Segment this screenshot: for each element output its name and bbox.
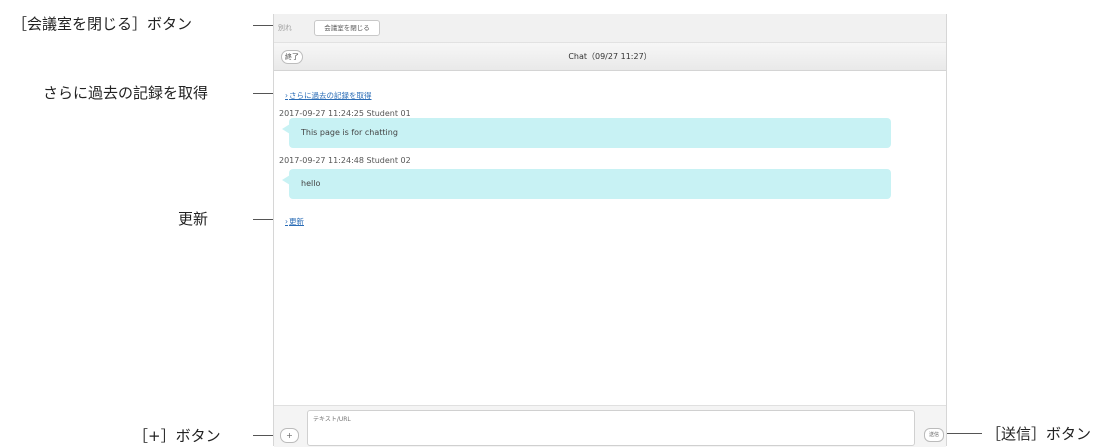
link-arrow-icon: › bbox=[285, 91, 288, 100]
link-arrow-icon: › bbox=[285, 217, 288, 226]
toolbar: 別れ 会議室を閉じる bbox=[274, 14, 946, 43]
message-input[interactable] bbox=[307, 410, 915, 446]
input-bar: + 送信 bbox=[274, 405, 946, 447]
chat-title: Chat（09/27 11:27） bbox=[568, 52, 652, 61]
refresh-label: 更新 bbox=[289, 217, 304, 226]
annotation-leader-line bbox=[942, 433, 982, 434]
annotation-send-button: ［送信］ボタン bbox=[986, 425, 1092, 443]
message-meta: 2017-09-27 11:24:25 Student 01 bbox=[279, 109, 411, 118]
message-bubble: This page is for chatting bbox=[282, 118, 891, 148]
chat-app-window: 別れ 会議室を閉じる 終了 Chat（09/27 11:27） ›さらに過去の記… bbox=[273, 14, 947, 447]
fetch-more-history-label: さらに過去の記録を取得 bbox=[289, 91, 372, 100]
close-room-button[interactable]: 会議室を閉じる bbox=[314, 20, 380, 36]
message-list: ›さらに過去の記録を取得 2017-09-27 11:24:25 Student… bbox=[274, 71, 946, 405]
message-meta: 2017-09-27 11:24:48 Student 02 bbox=[279, 156, 411, 165]
toolbar-label: 別れ bbox=[278, 24, 292, 32]
send-button[interactable]: 送信 bbox=[924, 428, 944, 442]
fetch-more-history-link[interactable]: ›さらに過去の記録を取得 bbox=[285, 90, 372, 101]
message-bubble: hello bbox=[282, 169, 891, 199]
annotation-fetch-more-history: さらに過去の記録を取得 bbox=[43, 84, 209, 102]
chat-header: 終了 Chat（09/27 11:27） bbox=[274, 43, 946, 71]
annotation-close-room-button: ［会議室を閉じる］ボタン bbox=[12, 15, 193, 33]
plus-button[interactable]: + bbox=[280, 428, 299, 443]
message-text: This page is for chatting bbox=[301, 128, 398, 137]
annotation-refresh: 更新 bbox=[178, 210, 209, 228]
annotation-plus-button: ［+］ボタン bbox=[133, 427, 221, 445]
refresh-link[interactable]: ›更新 bbox=[285, 216, 304, 227]
message-text: hello bbox=[301, 179, 321, 188]
